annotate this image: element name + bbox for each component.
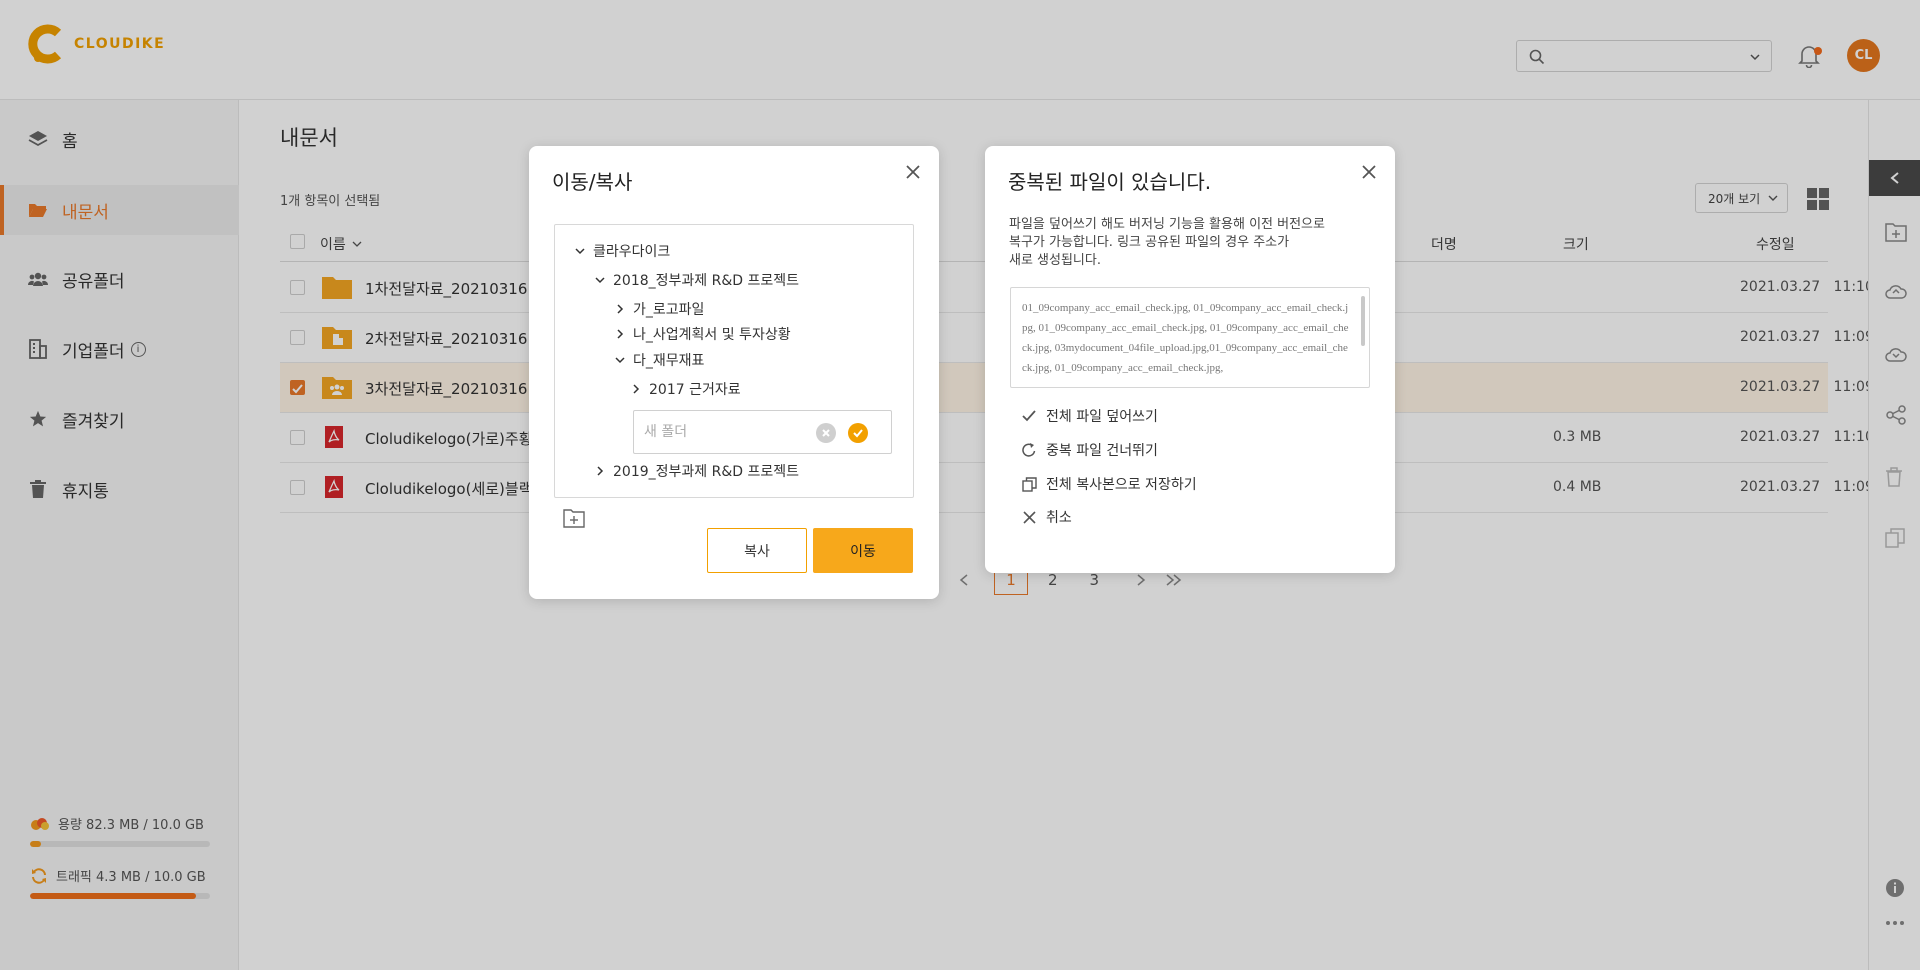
modal-overlay[interactable] — [0, 0, 1920, 970]
duplicate-file-names: 01_09company_acc_email_check.jpg, 01_09c… — [1022, 302, 1349, 374]
tree-item-label: 2019_정부과제 R&D 프로젝트 — [613, 464, 799, 480]
new-folder-field — [633, 410, 892, 454]
close-icon — [822, 429, 830, 437]
tree-item-label: 2018_정부과제 R&D 프로젝트 — [613, 273, 799, 289]
scrollbar[interactable] — [1361, 296, 1365, 346]
folder-tree: 클라우다이크 2018_정부과제 R&D 프로젝트 가_로고파일 나_사업계획서… — [554, 224, 914, 498]
tree-item[interactable]: 나_사업계획서 및 투자상황 — [613, 324, 791, 344]
duplicate-files-dialog: 중복된 파일이 있습니다. 파일을 덮어쓰기 해도 버저닝 기능을 활용해 이전… — [985, 146, 1395, 573]
tree-item-label: 2017 근거자료 — [649, 382, 741, 398]
skip-duplicates-option[interactable]: 중복 파일 건너뛰기 — [1021, 440, 1158, 460]
chevron-down-icon[interactable] — [593, 275, 607, 285]
tree-item[interactable]: 가_로고파일 — [613, 299, 704, 319]
dialog-title: 이동/복사 — [552, 170, 633, 194]
duplicate-file-list[interactable]: 01_09company_acc_email_check.jpg, 01_09c… — [1010, 287, 1370, 388]
close-icon[interactable] — [1359, 162, 1379, 182]
close-icon — [1021, 509, 1037, 525]
tree-item-label: 나_사업계획서 및 투자상황 — [633, 327, 791, 343]
overwrite-all-option[interactable]: 전체 파일 덮어쓰기 — [1021, 406, 1158, 426]
clear-button[interactable] — [816, 423, 836, 443]
chevron-right-icon[interactable] — [613, 329, 627, 339]
chevron-right-icon[interactable] — [629, 384, 643, 394]
move-copy-dialog: 이동/복사 클라우다이크 2018_정부과제 R&D 프로젝트 가_로고파일 나… — [529, 146, 939, 599]
option-label: 전체 복사본으로 저장하기 — [1046, 477, 1197, 493]
tree-item-root[interactable]: 클라우다이크 — [573, 241, 670, 261]
description-line: 파일을 덮어쓰기 해도 버저닝 기능을 활용해 이전 버전으로 — [1009, 217, 1325, 232]
move-button[interactable]: 이동 — [813, 528, 913, 573]
save-as-copy-option[interactable]: 전체 복사본으로 저장하기 — [1021, 474, 1197, 494]
chevron-down-icon[interactable] — [573, 246, 587, 256]
description-line: 새로 생성됩니다. — [1009, 253, 1101, 268]
dialog-title: 중복된 파일이 있습니다. — [1008, 170, 1212, 194]
tree-item-label: 클라우다이크 — [593, 244, 671, 260]
chevron-right-icon[interactable] — [593, 466, 607, 476]
copy-button[interactable]: 복사 — [707, 528, 807, 573]
cancel-option[interactable]: 취소 — [1021, 507, 1072, 527]
tree-item[interactable]: 2018_정부과제 R&D 프로젝트 — [593, 270, 799, 290]
chevron-down-icon[interactable] — [613, 355, 627, 365]
confirm-button[interactable] — [848, 423, 868, 443]
chevron-right-icon[interactable] — [613, 304, 627, 314]
tree-item-label: 다_재무재표 — [633, 353, 705, 369]
tree-item[interactable]: 다_재무재표 — [613, 350, 704, 370]
option-label: 중복 파일 건너뛰기 — [1046, 443, 1158, 459]
new-folder-input[interactable] — [644, 421, 814, 443]
copy-icon — [1021, 476, 1037, 492]
description-line: 복구가 가능합니다. 링크 공유된 파일의 경우 주소가 — [1009, 235, 1290, 250]
add-folder-icon[interactable] — [563, 508, 585, 528]
tree-item[interactable]: 2017 근거자료 — [629, 379, 741, 399]
refresh-icon — [1021, 442, 1037, 458]
option-label: 취소 — [1046, 510, 1072, 526]
dialog-description: 파일을 덮어쓰기 해도 버저닝 기능을 활용해 이전 버전으로 복구가 가능합니… — [1009, 216, 1349, 270]
check-icon — [1021, 408, 1037, 424]
option-label: 전체 파일 덮어쓰기 — [1046, 409, 1158, 425]
check-icon — [853, 429, 863, 438]
tree-item-label: 가_로고파일 — [633, 302, 705, 318]
close-icon[interactable] — [903, 162, 923, 182]
tree-item[interactable]: 2019_정부과제 R&D 프로젝트 — [593, 461, 799, 481]
